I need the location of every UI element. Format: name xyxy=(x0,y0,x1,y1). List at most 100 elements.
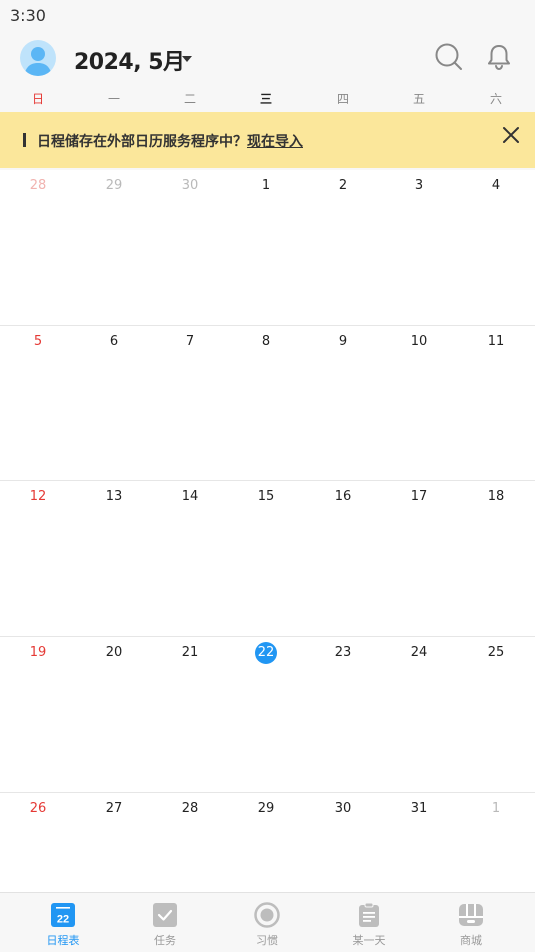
day-number: 8 xyxy=(261,334,271,349)
day-number: 18 xyxy=(487,489,505,504)
bottom-tab-bar: 22 日程表 任务 习惯 某一天 商城 xyxy=(0,892,535,952)
day-cell[interactable]: 9 xyxy=(305,326,381,481)
weekday-thu: 四 xyxy=(336,92,349,106)
banner-text: 日程储存在外部日历服务程序中？现在导入 xyxy=(37,131,303,151)
day-cell[interactable]: 16 xyxy=(305,481,381,636)
day-cell-today[interactable]: 22 xyxy=(228,637,304,792)
day-cell[interactable]: 18 xyxy=(458,481,534,636)
tab-store[interactable]: 商城 xyxy=(420,893,522,952)
weekday-tue: 二 xyxy=(183,92,196,106)
day-number: 29 xyxy=(105,178,123,193)
week-row: 28 29 30 1 2 3 4 xyxy=(0,170,535,325)
checkbox-icon xyxy=(153,903,177,927)
chevron-down-icon[interactable] xyxy=(180,54,194,64)
day-number: 2 xyxy=(338,178,348,193)
day-cell[interactable]: 7 xyxy=(152,326,228,481)
day-number: 19 xyxy=(29,645,47,660)
week-row: 19 20 21 22 23 24 25 xyxy=(0,636,535,792)
day-number: 6 xyxy=(109,334,119,349)
day-cell[interactable]: 30 xyxy=(152,170,228,325)
day-number: 13 xyxy=(105,489,123,504)
day-number: 11 xyxy=(487,334,505,349)
day-number: 20 xyxy=(105,645,123,660)
day-cell[interactable]: 17 xyxy=(381,481,457,636)
day-number: 14 xyxy=(181,489,199,504)
day-number: 26 xyxy=(29,801,47,816)
bell-icon[interactable] xyxy=(484,42,514,72)
tab-someday[interactable]: 某一天 xyxy=(318,893,420,952)
day-cell[interactable]: 25 xyxy=(458,637,534,792)
header: 2024, 5月 xyxy=(0,30,535,88)
day-cell[interactable]: 13 xyxy=(76,481,152,636)
import-now-link[interactable]: 现在导入 xyxy=(247,134,303,150)
tab-label: 日程表 xyxy=(46,934,80,947)
close-icon[interactable] xyxy=(499,123,523,147)
day-cell[interactable]: 19 xyxy=(0,637,76,792)
day-number: 4 xyxy=(491,178,501,193)
calendar-icon: 22 xyxy=(51,903,75,927)
tab-label: 商城 xyxy=(460,934,482,947)
status-bar: 3:30 xyxy=(0,0,535,30)
day-number: 1 xyxy=(491,801,501,816)
user-avatar-icon xyxy=(24,47,52,76)
habit-circle-icon xyxy=(254,902,280,928)
today-marker: 22 xyxy=(228,642,304,664)
weekday-mon: 一 xyxy=(107,92,120,106)
day-number: 28 xyxy=(181,801,199,816)
tab-label: 习惯 xyxy=(256,934,278,947)
day-number: 9 xyxy=(338,334,348,349)
month-title[interactable]: 2024, 5月 xyxy=(74,44,185,76)
day-number: 22 xyxy=(255,642,277,664)
day-cell[interactable]: 10 xyxy=(381,326,457,481)
day-number: 16 xyxy=(334,489,352,504)
day-cell[interactable]: 5 xyxy=(0,326,76,481)
day-number: 10 xyxy=(410,334,428,349)
month-grid: 28 29 30 1 2 3 4 5 6 7 8 9 10 11 12 13 1… xyxy=(0,170,535,892)
banner-accent-bar xyxy=(23,133,26,147)
day-number: 7 xyxy=(185,334,195,349)
day-number: 12 xyxy=(29,489,47,504)
day-number: 1 xyxy=(261,178,271,193)
day-cell[interactable]: 21 xyxy=(152,637,228,792)
day-number: 31 xyxy=(410,801,428,816)
day-cell[interactable]: 8 xyxy=(228,326,304,481)
week-row: 5 6 7 8 9 10 11 xyxy=(0,325,535,481)
clipboard-icon xyxy=(359,902,379,927)
day-cell[interactable]: 4 xyxy=(458,170,534,325)
search-icon[interactable] xyxy=(434,42,464,72)
day-number: 25 xyxy=(487,645,505,660)
weekday-wed: 三 xyxy=(259,92,272,106)
tab-label: 某一天 xyxy=(352,934,386,947)
day-cell[interactable]: 1 xyxy=(228,170,304,325)
day-cell[interactable]: 3 xyxy=(381,170,457,325)
day-cell[interactable]: 23 xyxy=(305,637,381,792)
day-number: 30 xyxy=(181,178,199,193)
tab-tasks[interactable]: 任务 xyxy=(114,893,216,952)
weekday-header: 日 一 二 三 四 五 六 xyxy=(0,90,535,110)
import-banner: 日程储存在外部日历服务程序中？现在导入 xyxy=(0,112,535,168)
day-cell[interactable]: 11 xyxy=(458,326,534,481)
day-cell[interactable]: 20 xyxy=(76,637,152,792)
day-cell[interactable]: 15 xyxy=(228,481,304,636)
tab-schedule[interactable]: 22 日程表 xyxy=(12,893,114,952)
day-cell[interactable]: 28 xyxy=(0,170,76,325)
day-number: 3 xyxy=(414,178,424,193)
tab-habits[interactable]: 习惯 xyxy=(216,893,318,952)
avatar[interactable] xyxy=(20,40,56,76)
day-number: 15 xyxy=(257,489,275,504)
day-cell[interactable]: 12 xyxy=(0,481,76,636)
weekday-sun: 日 xyxy=(31,92,44,106)
day-cell[interactable]: 24 xyxy=(381,637,457,792)
day-cell[interactable]: 6 xyxy=(76,326,152,481)
day-number: 24 xyxy=(410,645,428,660)
day-number: 23 xyxy=(334,645,352,660)
weekday-sat: 六 xyxy=(489,92,502,106)
day-cell[interactable]: 14 xyxy=(152,481,228,636)
day-cell[interactable]: 29 xyxy=(76,170,152,325)
week-row: 26 27 28 29 30 31 1 xyxy=(0,792,535,893)
banner-message: 日程储存在外部日历服务程序中？ xyxy=(37,134,247,150)
day-number: 17 xyxy=(410,489,428,504)
week-row: 12 13 14 15 16 17 18 xyxy=(0,480,535,636)
weekday-fri: 五 xyxy=(412,92,425,106)
day-cell[interactable]: 2 xyxy=(305,170,381,325)
